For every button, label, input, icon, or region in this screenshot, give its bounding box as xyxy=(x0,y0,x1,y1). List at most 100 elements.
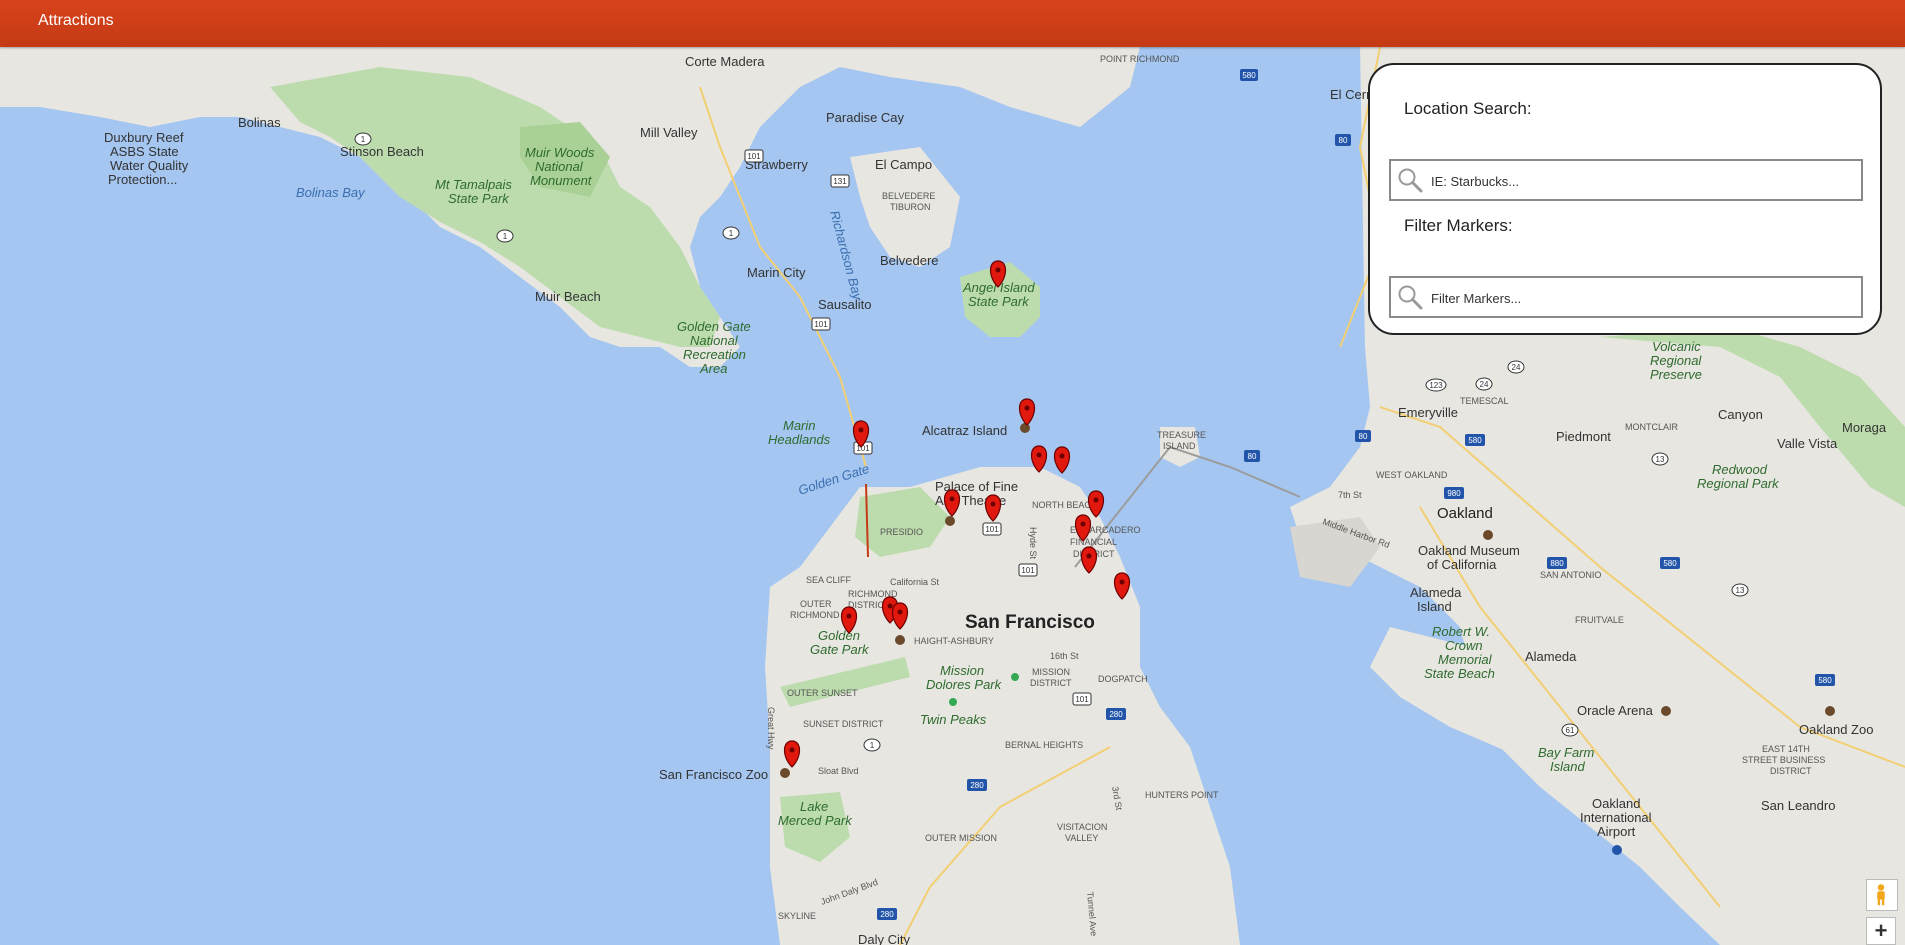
svg-text:80: 80 xyxy=(1248,452,1257,461)
zoom-in-button[interactable]: + xyxy=(1866,917,1896,945)
shield-sr1-c: 1 xyxy=(722,226,740,240)
app-title: Attractions xyxy=(38,12,114,29)
label-moraga: Moraga xyxy=(1842,420,1887,435)
svg-text:1: 1 xyxy=(870,741,875,750)
label-muir-woods-3: Monument xyxy=(530,173,593,188)
label-alameda: Alameda xyxy=(1525,649,1577,664)
label-airport-1: Oakland xyxy=(1592,796,1640,811)
label-asbs: ASBS State xyxy=(110,144,179,159)
svg-text:80: 80 xyxy=(1339,136,1348,145)
shield-i880: 880 xyxy=(1547,557,1567,569)
label-temescal: TEMESCAL xyxy=(1460,396,1509,406)
street-view-pegman[interactable] xyxy=(1866,879,1898,911)
label-alameda-island-2: Island xyxy=(1417,599,1452,614)
filter-markers-box[interactable] xyxy=(1389,276,1863,318)
location-search-box[interactable] xyxy=(1389,159,1863,201)
label-outer-richmond-1: OUTER xyxy=(800,599,832,609)
label-crown-3: Memorial xyxy=(1438,652,1493,667)
label-mission-district-1: MISSION xyxy=(1032,667,1070,677)
label-airport-2: International xyxy=(1580,810,1652,825)
shield-i80-c: 80 xyxy=(1244,450,1260,462)
shield-us101-d: 101 xyxy=(982,522,1002,536)
label-sea-cliff: SEA CLIFF xyxy=(806,575,852,585)
label-mill-valley: Mill Valley xyxy=(640,125,698,140)
label-marin-headlands-2: Headlands xyxy=(768,432,831,447)
shield-i80-a: 80 xyxy=(1335,134,1351,146)
shield-i280-a: 280 xyxy=(1106,708,1126,720)
label-stinson: Stinson Beach xyxy=(340,144,424,159)
label-sloat: Sloat Blvd xyxy=(818,766,859,776)
label-sf-zoo: San Francisco Zoo xyxy=(659,767,768,782)
svg-text:580: 580 xyxy=(1818,676,1832,685)
label-east-14th-2: STREET BUSINESS xyxy=(1742,755,1825,765)
location-search-input[interactable] xyxy=(1429,167,1853,195)
twin-peaks-poi-icon xyxy=(949,698,957,706)
label-twin-peaks: Twin Peaks xyxy=(920,712,987,727)
label-sausalito: Sausalito xyxy=(818,297,871,312)
shield-us101-b: 101 xyxy=(811,317,831,331)
svg-text:1: 1 xyxy=(729,229,734,238)
app-header: Attractions xyxy=(0,0,1905,47)
label-water-quality: Water Quality xyxy=(110,158,189,173)
svg-text:101: 101 xyxy=(1075,695,1089,704)
label-hyde-st: Hyde St xyxy=(1028,527,1038,560)
label-piedmont: Piedmont xyxy=(1556,429,1611,444)
label-dogpatch: DOGPATCH xyxy=(1098,674,1148,684)
label-east-14th-1: EAST 14TH xyxy=(1762,744,1810,754)
shield-sr61: 61 xyxy=(1561,723,1579,737)
label-el-campo: El Campo xyxy=(875,157,932,172)
label-oracle-arena: Oracle Arena xyxy=(1577,703,1654,718)
label-paradise-cay: Paradise Cay xyxy=(826,110,905,125)
svg-text:101: 101 xyxy=(747,152,761,161)
label-haight: HAIGHT-ASHBURY xyxy=(914,636,994,646)
label-outer-richmond-2: RICHMOND xyxy=(790,610,840,620)
label-airport-3: Airport xyxy=(1597,824,1636,839)
shield-sr24-b: 24 xyxy=(1475,377,1493,391)
shield-sr1-d: 1 xyxy=(863,738,881,752)
shield-i580-d: 580 xyxy=(1815,674,1835,686)
label-canyon: Canyon xyxy=(1718,407,1763,422)
shield-sr24-a: 24 xyxy=(1507,360,1525,374)
shield-i80-b: 80 xyxy=(1355,430,1371,442)
svg-text:13: 13 xyxy=(1736,586,1745,595)
search-icon xyxy=(1398,168,1423,193)
label-redwood-1: Redwood xyxy=(1712,462,1768,477)
label-ggnra-1: Golden Gate xyxy=(677,319,751,334)
label-presidio: PRESIDIO xyxy=(880,527,923,537)
mission-dolores-poi-icon xyxy=(1011,673,1019,681)
svg-text:1: 1 xyxy=(503,232,508,241)
shield-i980: 980 xyxy=(1444,487,1464,499)
label-ggnra-4: Area xyxy=(699,361,727,376)
label-seventh: 7th St xyxy=(1338,490,1362,500)
label-fruitvale: FRUITVALE xyxy=(1575,615,1624,625)
svg-text:280: 280 xyxy=(970,781,984,790)
label-bolinas-bay: Bolinas Bay xyxy=(296,185,366,200)
svg-text:24: 24 xyxy=(1480,380,1489,389)
label-sixteenth: 16th St xyxy=(1050,651,1079,661)
shield-i280-b: 280 xyxy=(967,779,987,791)
label-alcatraz: Alcatraz Island xyxy=(922,423,1007,438)
label-montclair: MONTCLAIR xyxy=(1625,422,1679,432)
label-mt-tam-1: Mt Tamalpais xyxy=(435,177,512,192)
label-bolinas: Bolinas xyxy=(238,115,281,130)
shield-i580-a: 580 xyxy=(1240,69,1258,81)
label-marin-headlands-1: Marin xyxy=(783,418,816,433)
label-hunters-point: HUNTERS POINT xyxy=(1145,790,1219,800)
svg-text:980: 980 xyxy=(1447,489,1461,498)
label-outer-mission: OUTER MISSION xyxy=(925,833,997,843)
oracle-arena-poi-icon xyxy=(1661,706,1671,716)
filter-markers-input[interactable] xyxy=(1429,284,1853,312)
palace-poi-icon xyxy=(945,516,955,526)
label-volcanic-2: Regional xyxy=(1650,353,1702,368)
label-bernal: BERNAL HEIGHTS xyxy=(1005,740,1083,750)
label-mission-dolores-1: Mission xyxy=(940,663,984,678)
search-panel: Location Search: Filter Markers: xyxy=(1368,63,1882,335)
label-treasure-1: TREASURE xyxy=(1157,430,1206,440)
label-crown-2: Crown xyxy=(1445,638,1483,653)
label-redwood-2: Regional Park xyxy=(1697,476,1780,491)
label-west-oakland: WEST OAKLAND xyxy=(1376,470,1448,480)
svg-text:580: 580 xyxy=(1242,71,1256,80)
label-east-14th-3: DISTRICT xyxy=(1770,766,1812,776)
label-san-leandro: San Leandro xyxy=(1761,798,1835,813)
haight-poi-icon xyxy=(895,635,905,645)
